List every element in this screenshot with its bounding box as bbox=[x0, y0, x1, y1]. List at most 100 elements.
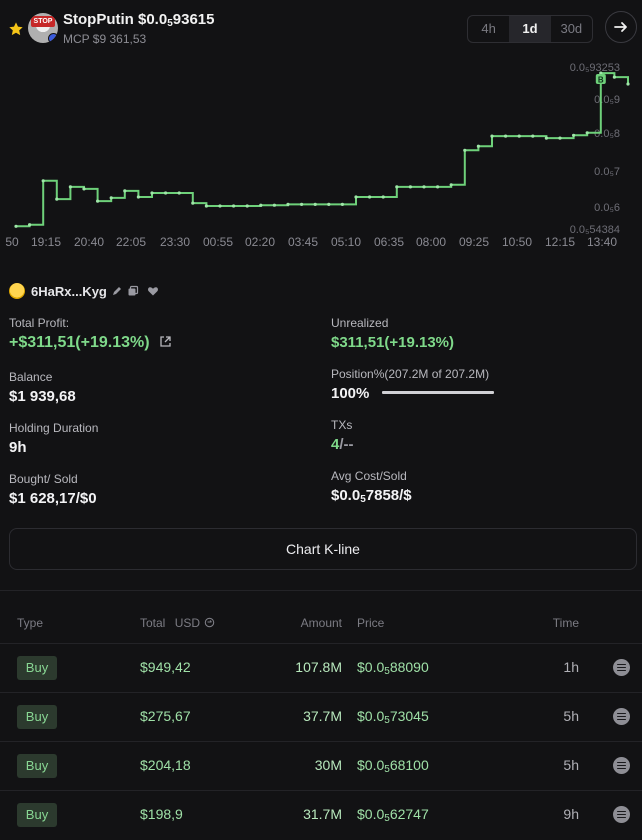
buy-marker[interactable]: B bbox=[595, 74, 606, 85]
txs-label: TXs bbox=[331, 418, 353, 432]
copy-icon[interactable] bbox=[127, 285, 139, 297]
type-badge: Buy bbox=[17, 705, 57, 729]
position-bar bbox=[382, 391, 494, 394]
position-bar-fill bbox=[382, 391, 494, 394]
amount-cell: 107.8M bbox=[295, 659, 342, 675]
x-tick-label: 22:05 bbox=[116, 235, 146, 249]
chain-badge bbox=[48, 33, 58, 43]
chart-point bbox=[313, 202, 317, 206]
chart-point bbox=[218, 204, 222, 208]
chart-point bbox=[96, 199, 100, 203]
arrow-right-icon bbox=[614, 22, 627, 32]
x-tick-label: 02:20 bbox=[245, 235, 275, 249]
total-cell: $204,18 bbox=[140, 757, 191, 773]
price-cell: $0.0588090 bbox=[357, 659, 429, 677]
col-price: Price bbox=[357, 616, 385, 630]
chart-point bbox=[436, 185, 440, 189]
x-tick-label: 06:35 bbox=[374, 235, 404, 249]
avg-cost-value: $0.057858/$ bbox=[331, 487, 412, 505]
col-total-unit: USD bbox=[174, 616, 201, 630]
chart-point bbox=[408, 185, 412, 189]
chart-point bbox=[55, 197, 59, 201]
chart-point bbox=[14, 224, 18, 228]
table-row[interactable]: Buy $204,18 30M $0.0568100 5h bbox=[0, 741, 642, 790]
chart-point bbox=[572, 133, 576, 137]
token-header: STOP StopPutin $0.0593615 MCP $9 361,53 … bbox=[0, 0, 642, 52]
price-cell: $0.0573045 bbox=[357, 708, 429, 726]
col-time: Time bbox=[552, 616, 579, 630]
chart-point bbox=[449, 183, 453, 187]
chart-point bbox=[150, 191, 154, 195]
avatar-stop-text: STOP bbox=[31, 16, 55, 27]
chart-point bbox=[259, 203, 263, 207]
x-tick-label: 23:30 bbox=[160, 235, 190, 249]
next-button[interactable] bbox=[605, 11, 637, 43]
pencil-icon[interactable] bbox=[111, 285, 123, 297]
y-tick-label: 0.0₅7 bbox=[594, 166, 620, 178]
chart-point bbox=[626, 82, 630, 86]
balance-value: $1 939,68 bbox=[9, 388, 76, 405]
total-profit-value: +$311,51(+19.13%) bbox=[9, 334, 172, 352]
heart-icon[interactable] bbox=[147, 285, 159, 297]
time-cell: 1h bbox=[563, 659, 579, 675]
x-tick-label: 19:15 bbox=[31, 235, 61, 249]
col-total[interactable]: Total USD bbox=[140, 616, 215, 630]
type-badge: Buy bbox=[17, 656, 57, 680]
external-link-icon[interactable] bbox=[159, 335, 172, 348]
type-badge: Buy bbox=[17, 803, 57, 827]
y-tick-label: 0.0₅8 bbox=[594, 128, 620, 140]
menu-icon[interactable] bbox=[613, 806, 630, 823]
wallet-address[interactable]: 6HaRx...Kyg bbox=[31, 284, 107, 299]
timeframe-1d[interactable]: 1d bbox=[509, 16, 551, 42]
price-cell: $0.0562747 bbox=[357, 806, 429, 824]
chart-kline-button[interactable]: Chart K-line bbox=[9, 528, 637, 570]
refresh-icon[interactable] bbox=[204, 617, 215, 628]
price-line bbox=[16, 72, 629, 228]
chart-point bbox=[327, 202, 331, 206]
chart-point bbox=[300, 202, 304, 206]
bought-sold-label: Bought/ Sold bbox=[9, 472, 78, 486]
chart-point bbox=[354, 195, 358, 199]
chart-point bbox=[191, 201, 195, 205]
table-row[interactable]: Buy $949,42 107.8M $0.0588090 1h bbox=[0, 643, 642, 692]
table-row[interactable]: Buy $275,67 37.7M $0.0573045 5h bbox=[0, 692, 642, 741]
token-title: StopPutin $0.0593615 bbox=[63, 11, 214, 29]
time-cell: 9h bbox=[563, 806, 579, 822]
chart-point bbox=[381, 195, 385, 199]
amount-cell: 30M bbox=[314, 757, 342, 773]
market-cap: MCP $9 361,53 bbox=[63, 32, 147, 46]
star-icon[interactable] bbox=[8, 21, 24, 37]
x-tick-label: 05:10 bbox=[331, 235, 361, 249]
chart-point bbox=[204, 204, 208, 208]
chart-point bbox=[490, 134, 494, 138]
total-cell: $275,67 bbox=[140, 708, 191, 724]
price-chart[interactable]: 0.0₅93253 0.0₅9 0.0₅8 0.0₅7 0.0₅6 0.0₅54384 B… bbox=[0, 52, 642, 257]
holding-duration-label: Holding Duration bbox=[9, 421, 99, 435]
chart-point bbox=[517, 134, 521, 138]
menu-icon[interactable] bbox=[613, 757, 630, 774]
table-row[interactable]: Buy $198,9 31.7M $0.0562747 9h bbox=[0, 790, 642, 839]
menu-icon[interactable] bbox=[613, 659, 630, 676]
chart-point bbox=[544, 136, 549, 140]
chart-point bbox=[123, 189, 127, 193]
x-tick-label: 09:25 bbox=[459, 235, 489, 249]
chart-point bbox=[177, 191, 181, 195]
chart-point bbox=[368, 195, 372, 199]
chart-point bbox=[531, 134, 535, 138]
col-amount: Amount bbox=[300, 616, 342, 630]
chart-point bbox=[504, 134, 508, 138]
menu-icon[interactable] bbox=[613, 708, 630, 725]
unrealized-label: Unrealized bbox=[331, 316, 389, 330]
x-tick-label: 10:50 bbox=[502, 235, 532, 249]
chart-point bbox=[136, 195, 140, 199]
chart-point bbox=[232, 204, 236, 208]
chart-point bbox=[286, 202, 290, 206]
token-avatar: STOP bbox=[28, 13, 58, 43]
section-divider bbox=[0, 590, 642, 591]
x-tick-label: 50 bbox=[5, 235, 19, 249]
chart-point bbox=[28, 223, 32, 227]
timeframe-30d[interactable]: 30d bbox=[551, 16, 592, 42]
chart-point bbox=[164, 191, 168, 195]
x-tick-label: 20:40 bbox=[74, 235, 104, 249]
timeframe-4h[interactable]: 4h bbox=[468, 16, 509, 42]
